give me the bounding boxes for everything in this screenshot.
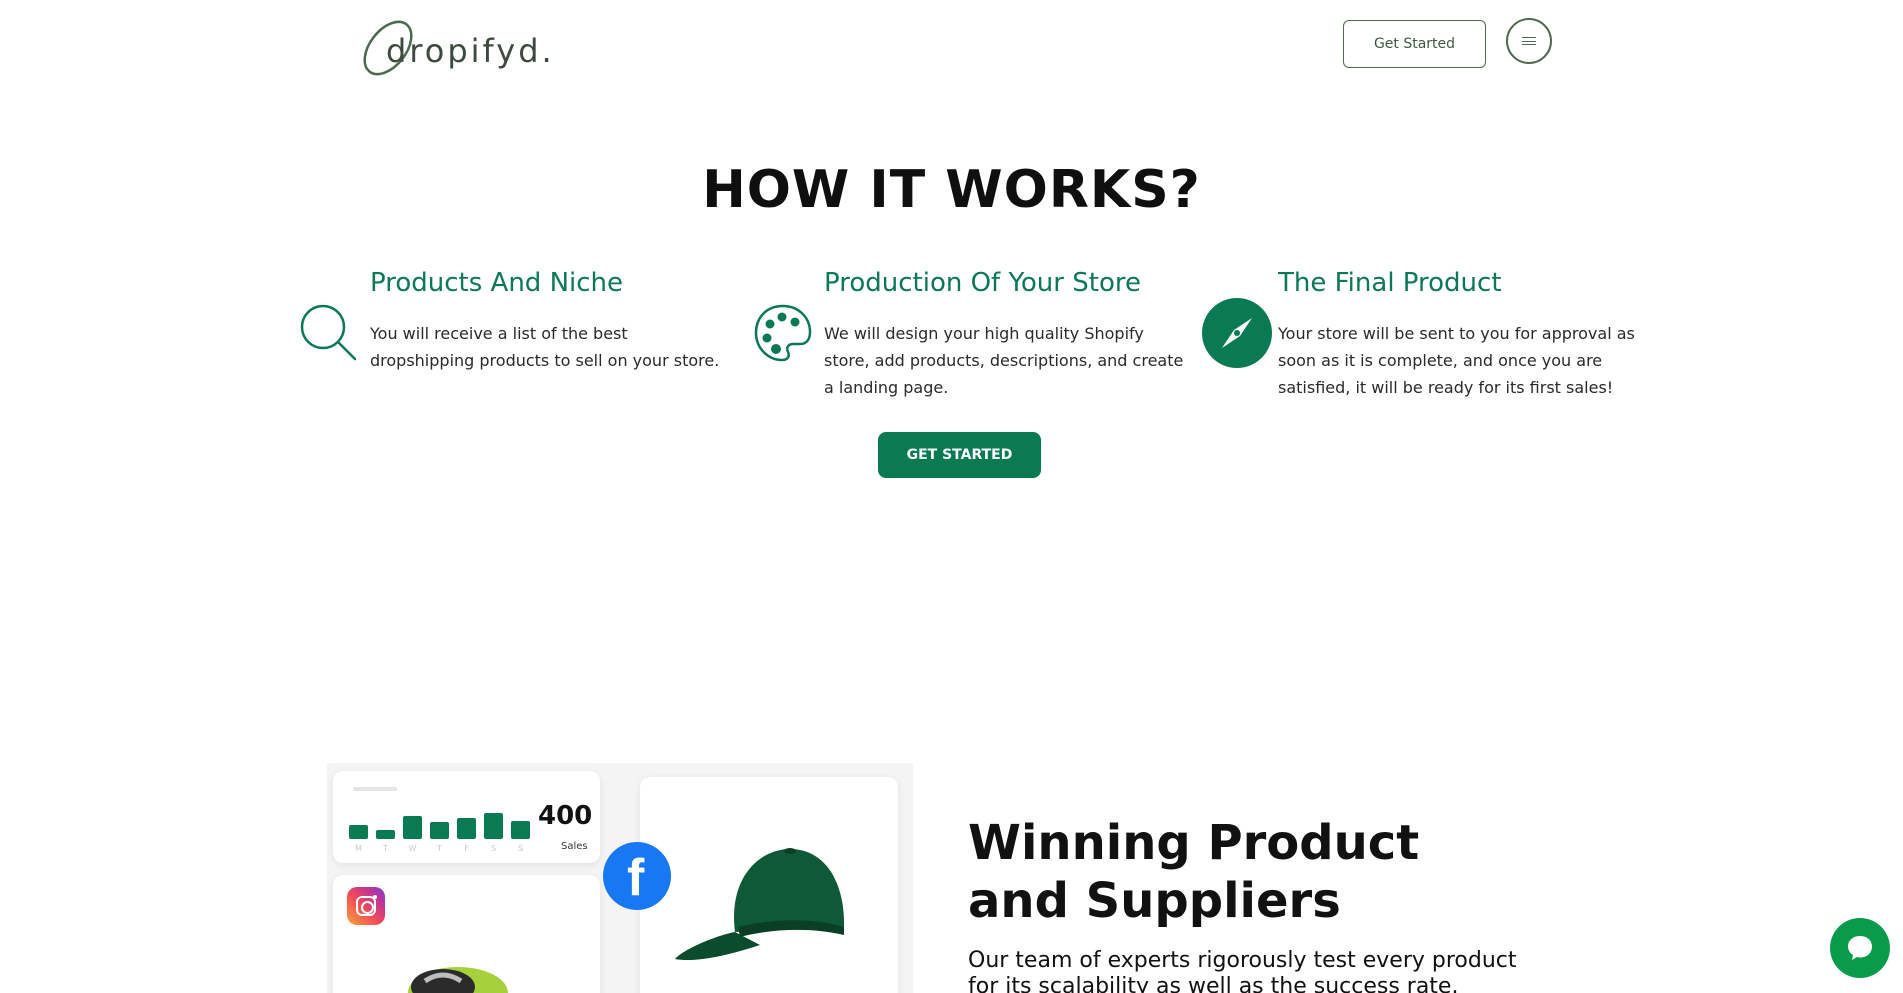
- instagram-post-card: [333, 875, 600, 993]
- chat-button[interactable]: [1830, 918, 1890, 978]
- step-description: We will design your high quality Shopify…: [824, 324, 1184, 397]
- sales-bar: [430, 822, 449, 839]
- day-label: S: [490, 844, 497, 853]
- hamburger-icon: [1522, 37, 1536, 45]
- winning-product-title: Winning Product and Suppliers: [968, 815, 1420, 929]
- winning-product-description: Our team of experts rigorously test ever…: [968, 948, 1517, 993]
- green-cap-image: [675, 848, 845, 961]
- chat-icon: [1848, 936, 1872, 960]
- sales-bar: [403, 816, 422, 839]
- get-started-button[interactable]: Get Started: [1343, 20, 1486, 68]
- palette-icon: [748, 298, 818, 368]
- day-label: M: [355, 844, 362, 853]
- logo[interactable]: dropifyd.: [356, 12, 552, 76]
- sales-bar: [349, 825, 368, 839]
- product-card: [640, 777, 898, 993]
- day-label: T: [383, 844, 388, 853]
- skeleton-line: [353, 787, 397, 791]
- search-icon: [294, 298, 364, 368]
- step-the-final-product: The Final Product Your store will be sen…: [1202, 268, 1642, 408]
- menu-button[interactable]: [1506, 18, 1552, 64]
- step-production-of-your-store: Production Of Your Store We will design …: [748, 268, 1188, 408]
- sales-label: Sales: [561, 841, 588, 852]
- day-label: F: [464, 844, 469, 853]
- day-label: S: [517, 844, 524, 853]
- sales-bar: [376, 830, 395, 839]
- step-title: Products And Niche: [370, 268, 624, 298]
- sneaker-image: [408, 967, 508, 993]
- step-products-and-niche: Products And Niche You will receive a li…: [294, 268, 734, 408]
- compass-icon: [1202, 298, 1272, 368]
- step-description: Your store will be sent to you for appro…: [1278, 324, 1635, 397]
- step-title: Production Of Your Store: [824, 268, 1141, 298]
- logo-text: dropifyd.: [386, 32, 555, 70]
- section-title: HOW IT WORKS?: [702, 160, 1201, 220]
- facebook-icon: f: [603, 842, 671, 910]
- sales-bar: [457, 818, 476, 839]
- sales-bar: [511, 821, 530, 839]
- step-description: You will receive a list of the best drop…: [370, 324, 720, 370]
- sales-chart-card: M T W T F S S 400 Sales: [333, 771, 600, 863]
- sales-bar: [484, 813, 503, 839]
- sales-value: 400: [538, 801, 593, 831]
- get-started-cta-button[interactable]: GET STARTED: [878, 432, 1041, 478]
- day-label: W: [408, 844, 417, 853]
- step-title: The Final Product: [1278, 268, 1502, 298]
- day-label: T: [437, 844, 442, 853]
